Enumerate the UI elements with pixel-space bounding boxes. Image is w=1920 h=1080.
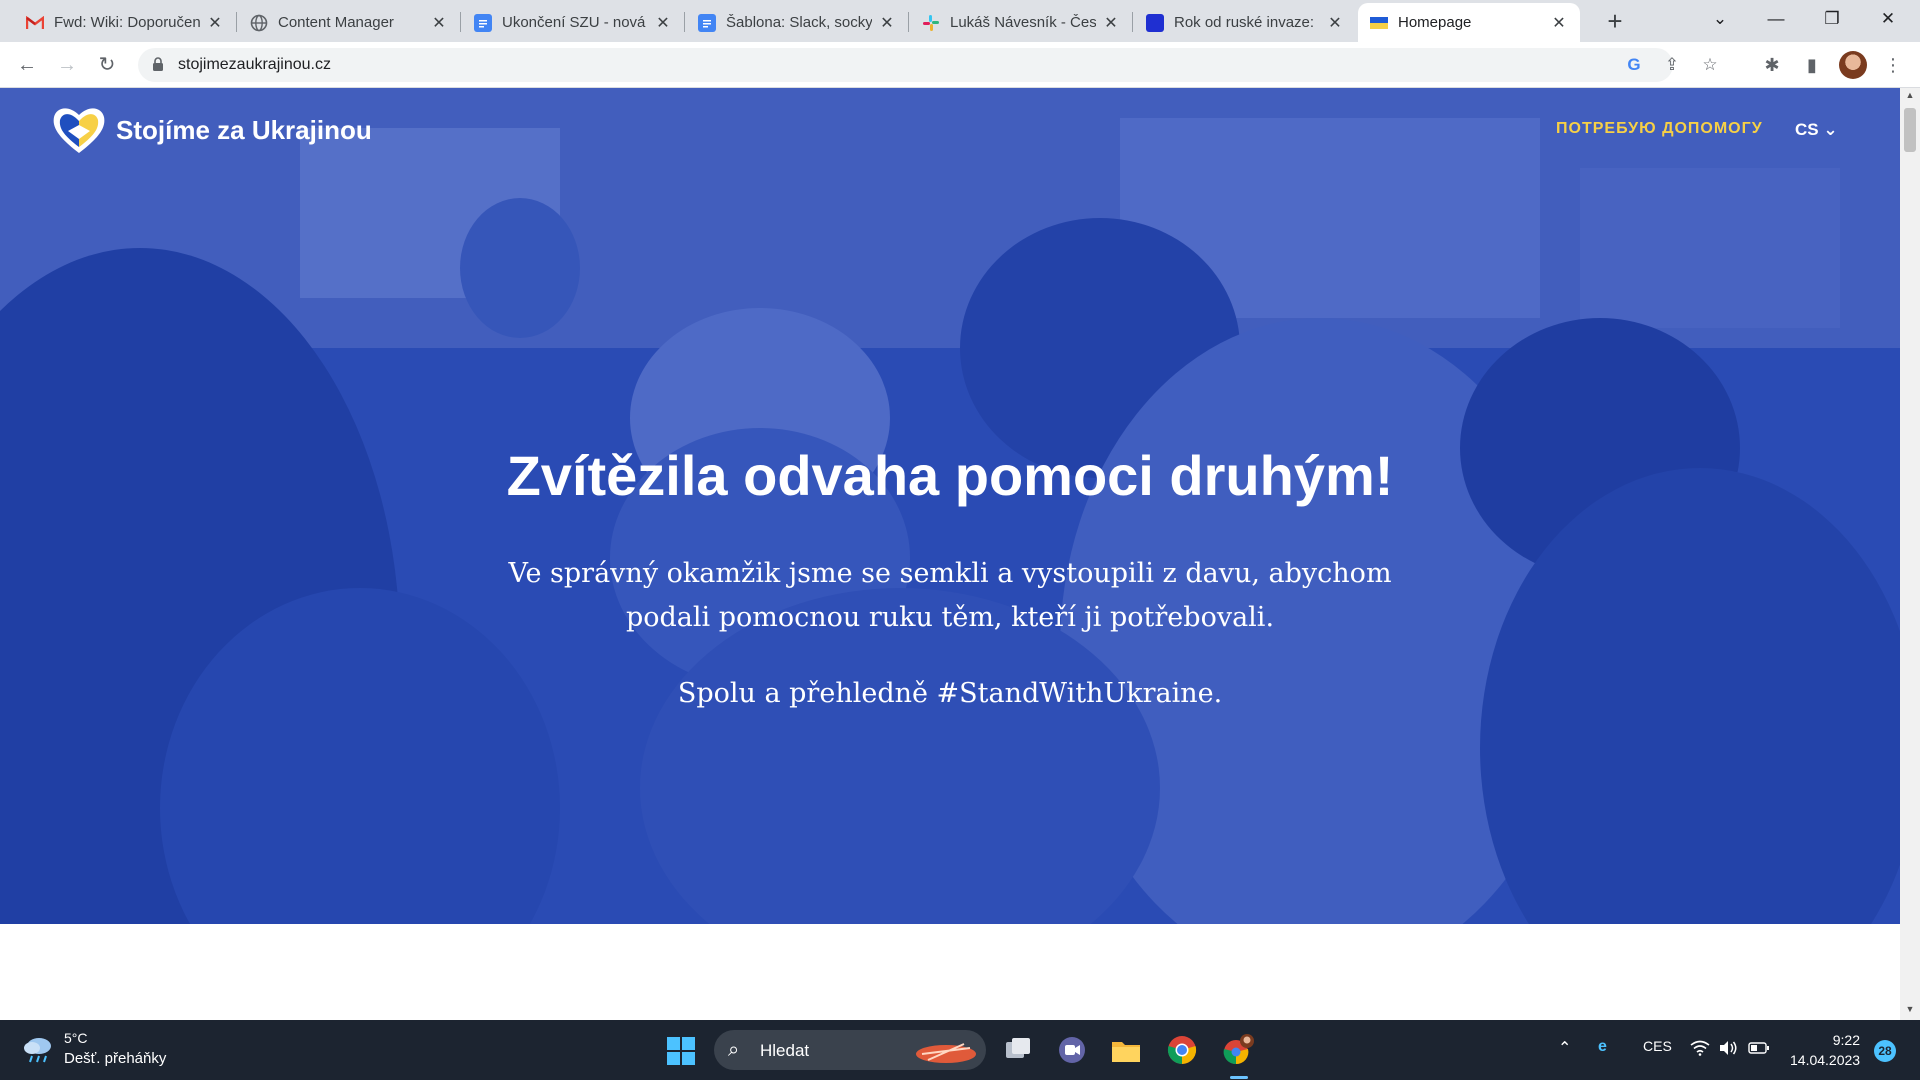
task-view-icon[interactable] — [1000, 1032, 1036, 1068]
lock-icon — [153, 57, 163, 71]
bookmark-star-icon[interactable]: ☆ — [1698, 53, 1722, 77]
docs-icon — [474, 13, 492, 32]
tab-gmail[interactable]: Fwd: Wiki: Doporučen ✕ — [14, 3, 236, 42]
chrome-icon[interactable] — [1164, 1032, 1200, 1068]
forward-button[interactable]: → — [52, 50, 82, 80]
tab-strip: Fwd: Wiki: Doporučen ✕ Content Manager ✕… — [0, 0, 1920, 42]
search-icon: ⌕ — [728, 1039, 740, 1061]
url-text: stojimezaukrajinou.cz — [178, 56, 331, 73]
scroll-up-icon[interactable]: ▲ — [1900, 90, 1920, 100]
site-logo-link[interactable]: Stojíme za Ukrajinou — [50, 103, 372, 157]
taskbar-search[interactable]: ⌕ Hledat — [714, 1030, 986, 1070]
teams-chat-icon[interactable] — [1054, 1032, 1090, 1068]
profile-avatar[interactable] — [1839, 51, 1867, 79]
chevron-down-icon: ⌄ — [1823, 120, 1838, 139]
google-translate-icon[interactable]: G — [1622, 53, 1646, 77]
hero-section: Stojíme za Ukrajinou ПОТРЕБУЮ ДОПОМОГУ C… — [0, 88, 1900, 924]
hero-subtext: Spolu a přehledně #StandWithUkraine. — [677, 678, 1223, 709]
wifi-icon[interactable] — [1690, 1040, 1710, 1056]
language-switcher[interactable]: CS ⌄ — [1795, 120, 1838, 140]
docs-icon — [698, 13, 716, 32]
hero-text: Ve správný okamžik jsme se semkli a vyst… — [508, 558, 1392, 633]
new-tab-button[interactable]: + — [1598, 5, 1632, 39]
search-label: Hledat — [760, 1041, 810, 1060]
back-button[interactable]: ← — [12, 50, 42, 80]
battery-icon[interactable] — [1748, 1042, 1770, 1054]
site-icon — [1146, 13, 1164, 32]
slack-icon — [922, 14, 940, 32]
clock-date: 14.04.2023 — [1790, 1052, 1861, 1068]
tab-slack[interactable]: Lukáš Návesník - Česk ✕ — [910, 3, 1132, 42]
volume-icon[interactable] — [1718, 1040, 1738, 1056]
close-tab-icon[interactable]: ✕ — [1326, 13, 1344, 33]
windows-start-icon[interactable] — [666, 1036, 696, 1066]
side-panel-icon[interactable]: ▮ — [1797, 50, 1827, 80]
tab-divider — [684, 12, 685, 32]
page-scrollbar[interactable]: ▲ ▼ — [1900, 88, 1920, 1020]
close-tab-icon[interactable]: ✕ — [1102, 13, 1120, 33]
file-explorer-icon[interactable] — [1108, 1032, 1144, 1068]
tab-search-icon[interactable]: ⌄ — [1692, 0, 1748, 38]
tab-title: Šablona: Slack, socky, — [726, 14, 872, 31]
tab-ukonceni-szu[interactable]: Ukončení SZU - nová ✕ — [462, 3, 684, 42]
show-hidden-icons-chevron-up-icon[interactable]: ⌃ — [1558, 1038, 1571, 1058]
close-tab-icon[interactable]: ✕ — [1550, 13, 1568, 33]
tab-homepage[interactable]: Homepage ✕ — [1358, 3, 1580, 42]
notification-badge[interactable]: 28 — [1874, 1040, 1896, 1062]
tab-title: Homepage — [1398, 14, 1472, 31]
close-tab-icon[interactable]: ✕ — [430, 13, 448, 33]
scroll-down-icon[interactable]: ▼ — [1900, 1004, 1920, 1014]
chrome-profile-icon[interactable] — [1220, 1032, 1256, 1068]
tab-content-manager[interactable]: Content Manager ✕ — [238, 3, 460, 42]
brand-name: Stojíme za Ukrajinou — [116, 114, 372, 145]
heart-handshake-logo-icon — [53, 108, 105, 153]
weather-temperature[interactable]: 5°C — [64, 1030, 88, 1046]
tab-sablona[interactable]: Šablona: Slack, socky, ✕ — [686, 3, 908, 42]
clock-time: 9:22 — [1832, 1032, 1860, 1048]
tab-divider — [908, 12, 909, 32]
weather-description[interactable]: Dešť. přeháňky — [64, 1050, 166, 1067]
extensions-icon[interactable]: ✱ — [1757, 50, 1787, 80]
clock[interactable]: 9:22 14.04.2023 — [1790, 1030, 1860, 1070]
tray-app-icon[interactable]: e — [1598, 1038, 1607, 1056]
share-icon[interactable]: ⇪ — [1660, 53, 1684, 77]
globe-icon — [250, 14, 268, 32]
scrollbar-thumb[interactable] — [1904, 108, 1916, 152]
need-help-link[interactable]: ПОТРЕБУЮ ДОПОМОГУ — [1556, 120, 1763, 138]
tab-divider — [236, 12, 237, 32]
close-tab-icon[interactable]: ✕ — [654, 13, 672, 33]
tab-title: Rok od ruské invaze: — [1174, 14, 1315, 31]
menu-icon[interactable]: ⋮ — [1878, 50, 1908, 80]
reload-button[interactable]: ↻ — [92, 50, 122, 80]
input-language[interactable]: CES — [1643, 1038, 1672, 1054]
hero-title: Zvítězila odvaha pomoci druhým! — [506, 444, 1394, 507]
tab-title: Fwd: Wiki: Doporučen — [54, 14, 200, 31]
language-label: CS — [1795, 120, 1819, 139]
tab-title: Ukončení SZU - nová — [502, 14, 646, 31]
tab-title: Content Manager — [278, 14, 394, 31]
close-window-button[interactable]: ✕ — [1860, 0, 1916, 38]
tab-divider — [460, 12, 461, 32]
tab-rok-od-ruske-invaze[interactable]: Rok od ruské invaze: ✕ — [1134, 3, 1356, 42]
restore-button[interactable]: ❐ — [1804, 0, 1860, 38]
search-highlight-doodle-icon — [916, 1043, 976, 1063]
browser-toolbar: ← → ↻ stojimezaukrajinou.cz G ⇪ ☆ ✱ ▮ ⋮ — [0, 42, 1920, 88]
gmail-icon — [26, 14, 44, 32]
page-viewport: Stojíme za Ukrajinou ПОТРЕБУЮ ДОПОМОГУ C… — [0, 88, 1900, 1020]
tab-divider — [1132, 12, 1133, 32]
tab-title: Lukáš Návesník - Česk — [950, 14, 1096, 31]
ukraine-flag-icon — [1370, 16, 1388, 29]
close-tab-icon[interactable]: ✕ — [878, 13, 896, 33]
minimize-button[interactable]: — — [1748, 0, 1804, 38]
active-app-indicator — [1230, 1076, 1248, 1079]
taskbar: 5°C Dešť. přeháňky ⌕ Hledat ⌃ e CES 9:22… — [0, 1020, 1920, 1080]
rain-cloud-icon — [24, 1038, 51, 1063]
address-bar[interactable]: stojimezaukrajinou.cz G ⇪ ☆ — [138, 48, 1718, 82]
close-tab-icon[interactable]: ✕ — [206, 13, 224, 33]
